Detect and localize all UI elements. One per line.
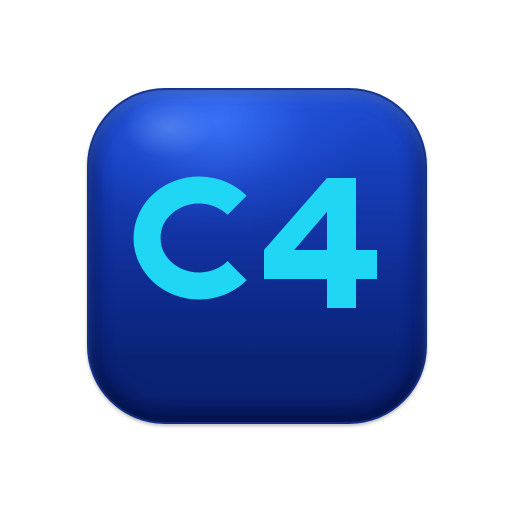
canvas: C4: [0, 0, 512, 512]
c4-logo-glyph: C4: [133, 176, 377, 308]
letter-c-glyph: [133, 176, 247, 300]
digit-4-glyph: [264, 178, 377, 308]
